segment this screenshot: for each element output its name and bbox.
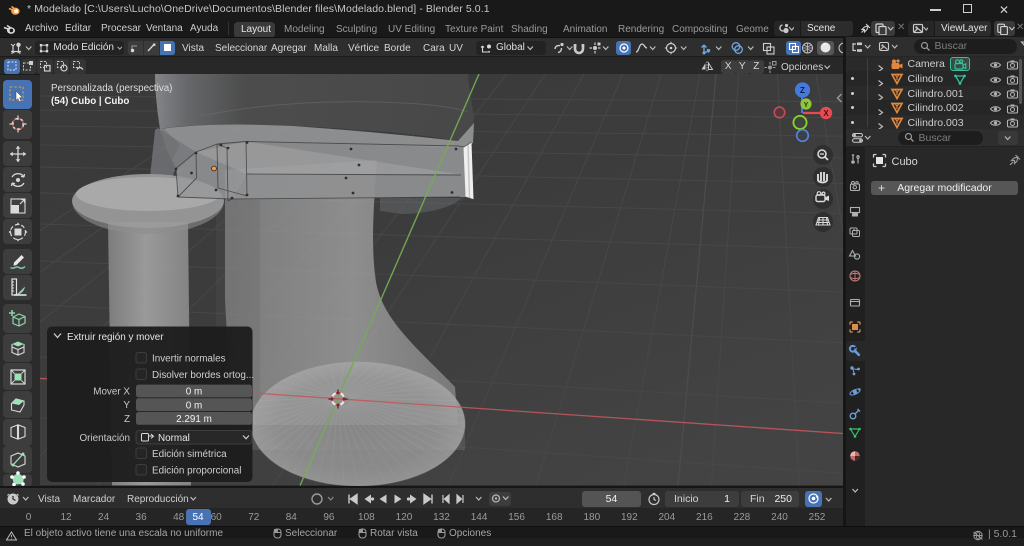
svg-text:(54) Cubo | Cubo: (54) Cubo | Cubo bbox=[51, 96, 129, 107]
svg-text:Y: Y bbox=[804, 102, 809, 109]
svg-text:Extruir región y mover: Extruir región y mover bbox=[67, 332, 164, 343]
svg-text:Edición simétrica: Edición simétrica bbox=[152, 449, 227, 460]
svg-text:0 m: 0 m bbox=[186, 400, 202, 411]
svg-text:Personalizada (perspectiva): Personalizada (perspectiva) bbox=[51, 83, 172, 94]
svg-text:Z: Z bbox=[124, 414, 130, 425]
svg-text:0 m: 0 m bbox=[186, 387, 202, 398]
svg-text:Invertir normales: Invertir normales bbox=[152, 354, 226, 365]
svg-text:2.291 m: 2.291 m bbox=[176, 414, 212, 425]
svg-text:Orientación: Orientación bbox=[80, 433, 131, 444]
svg-text:Disolver bordes ortog...: Disolver bordes ortog... bbox=[152, 370, 254, 381]
svg-text:Y: Y bbox=[123, 400, 130, 411]
svg-text:Edición proporcional: Edición proporcional bbox=[152, 466, 241, 477]
svg-text:Z: Z bbox=[800, 86, 805, 95]
svg-text:Mover X: Mover X bbox=[93, 387, 130, 398]
svg-text:Normal: Normal bbox=[158, 433, 190, 444]
svg-text:X: X bbox=[823, 109, 829, 118]
